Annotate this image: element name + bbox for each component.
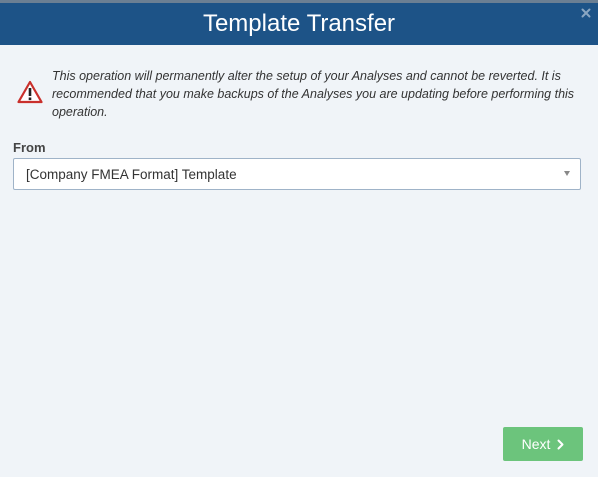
- next-button[interactable]: Next: [503, 427, 583, 461]
- dropdown-caret-icon: [564, 171, 570, 176]
- dialog-title: Template Transfer: [202, 10, 396, 37]
- close-icon[interactable]: [580, 7, 592, 19]
- dialog-header: Template Transfer: [0, 3, 598, 45]
- template-transfer-dialog: Template Transfer This operation will pe…: [0, 0, 598, 477]
- warning-text: This operation will permanently alter th…: [52, 69, 575, 119]
- next-button-label: Next: [521, 436, 551, 452]
- from-label: From: [13, 140, 46, 155]
- from-template-select[interactable]: [Company FMEA Format] Template: [13, 158, 581, 190]
- from-template-selected-value: [Company FMEA Format] Template: [26, 167, 237, 182]
- warning-triangle-icon: [17, 80, 43, 104]
- chevron-right-icon: [557, 439, 564, 449]
